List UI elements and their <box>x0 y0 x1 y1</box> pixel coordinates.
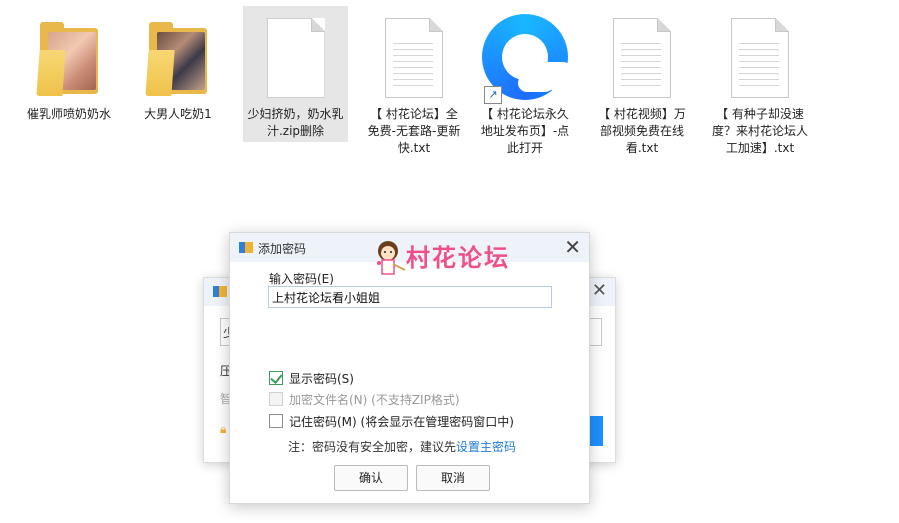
browser-app-icon: ↗ <box>482 14 568 104</box>
file-icon <box>261 14 331 100</box>
desktop-folder-2[interactable]: 大男人吃奶1 <box>126 6 230 156</box>
password-input[interactable] <box>268 286 552 308</box>
archive-app-icon <box>213 286 227 297</box>
password-label: 输入密码(E) <box>269 272 334 286</box>
text-document-icon <box>607 14 677 100</box>
lock-icon: 🔒︎ <box>220 422 227 436</box>
desktop-item-label: 大男人吃奶1 <box>144 107 212 121</box>
text-document-icon <box>725 14 795 100</box>
dialog-titlebar: 添加密码 村花论坛 ✕ <box>230 233 589 275</box>
shortcut-arrow-icon: ↗ <box>484 86 502 104</box>
ok-button[interactable]: 确认 <box>334 465 408 491</box>
set-master-password-link[interactable]: 设置主密码 <box>456 440 516 454</box>
security-note: 注：密码没有安全加密，建议先设置主密码 <box>288 438 516 455</box>
encrypt-filenames-checkbox <box>269 392 283 406</box>
text-document-icon <box>379 14 449 100</box>
add-password-dialog: 添加密码 村花论坛 ✕ 输入密码(E) 显示密码(S) 加密文件名(N) (不支… <box>229 232 590 504</box>
folder-icon <box>34 14 104 100</box>
folder-icon <box>143 14 213 100</box>
desktop-item-label: 【 有种子却没速度？来村花论坛人工加速】.txt <box>712 107 809 155</box>
desktop-item-label: 【 村花论坛】全免费-无套路-更新快.txt <box>367 107 461 155</box>
desktop-shortcut[interactable]: ↗ 【 村花论坛永久地址发布页】-点此打开 <box>473 6 577 156</box>
desktop-item-label: 催乳师喷奶奶水 <box>26 107 111 121</box>
show-password-checkbox[interactable] <box>269 371 283 385</box>
desktop-txt-3[interactable]: 【 有种子却没速度？来村花论坛人工加速】.txt <box>708 6 812 156</box>
close-icon[interactable]: ✕ <box>592 280 607 301</box>
desktop-folder-1[interactable]: 催乳师喷奶奶水 <box>17 6 121 156</box>
dialog-title: 添加密码 <box>258 242 307 256</box>
cancel-button[interactable]: 取消 <box>416 465 490 491</box>
remember-password-checkbox[interactable] <box>269 414 283 428</box>
encrypt-filenames-label: 加密文件名(N) (不支持ZIP格式) <box>289 392 460 407</box>
remember-password-label: 记住密码(M) (将会显示在管理密码窗口中) <box>289 414 514 429</box>
remember-password-option[interactable]: 记住密码(M) (将会显示在管理密码窗口中) <box>269 412 514 430</box>
desktop-item-label: 【 村花视频】万部视频免费在线看.txt <box>598 107 686 155</box>
note-text: 注：密码没有安全加密，建议先 <box>288 440 457 454</box>
show-password-option[interactable]: 显示密码(S) <box>269 369 354 387</box>
desktop-txt-1[interactable]: 【 村花论坛】全免费-无套路-更新快.txt <box>362 6 466 156</box>
mascot-icon <box>377 241 406 275</box>
desktop-zip-file[interactable]: 少妇挤奶，奶水乳汁.zip删除 <box>243 6 348 142</box>
archive-app-icon <box>239 242 253 253</box>
show-password-label: 显示密码(S) <box>289 371 354 386</box>
desktop-item-label: 【 村花论坛永久地址发布页】-点此打开 <box>480 107 570 155</box>
desktop-item-label: 少妇挤奶，奶水乳汁.zip删除 <box>247 107 344 138</box>
brand-watermark: 村花论坛 <box>406 244 510 272</box>
desktop-txt-2[interactable]: 【 村花视频】万部视频免费在线看.txt <box>590 6 694 156</box>
encrypt-filenames-option: 加密文件名(N) (不支持ZIP格式) <box>269 390 460 408</box>
close-icon[interactable]: ✕ <box>564 235 581 259</box>
